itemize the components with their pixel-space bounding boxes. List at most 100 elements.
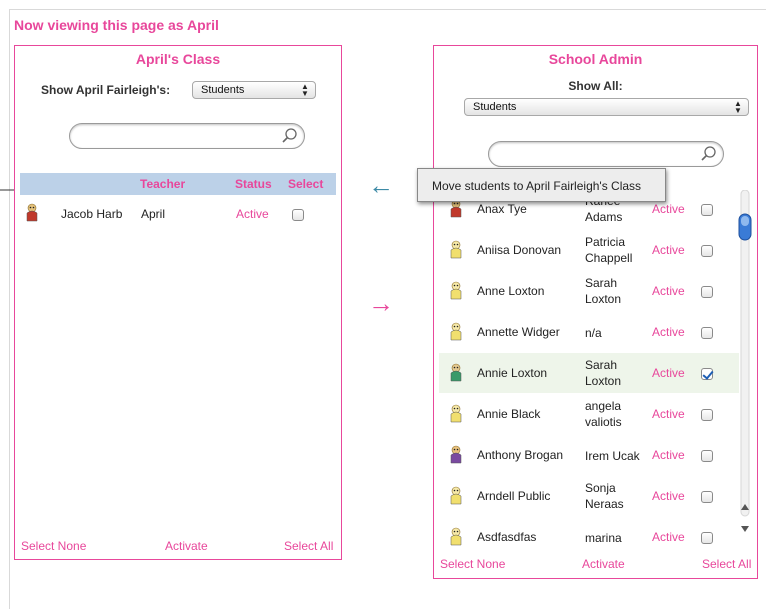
student-name: Asdfasdfas	[477, 530, 537, 544]
student-teacher: Irem Ucak	[585, 448, 640, 464]
admin-student-row[interactable]: Arndell Public Sonja Neraas Active	[439, 476, 739, 516]
admin-student-row[interactable]: Aniisa Donovan Patricia Chappell Active	[439, 230, 739, 270]
student-teacher: n/a	[585, 325, 602, 341]
show-filter-label: Show April Fairleigh's:	[41, 83, 171, 97]
show-all-select[interactable]: Students ▲ ▼	[464, 98, 749, 116]
teacher-first-line: Sarah	[585, 276, 618, 290]
show-all-label: Show All:	[568, 79, 623, 93]
student-list: Anax TyeRaneeAdamsActiveAniisa DonovanPa…	[439, 191, 739, 546]
select-column-header[interactable]: Select	[288, 177, 323, 191]
move-right-arrow[interactable]: →	[368, 290, 394, 316]
student-status: Active	[652, 366, 685, 380]
student-status: Active	[652, 243, 685, 257]
yellow-character-icon	[449, 527, 463, 546]
yellow-character-icon	[449, 486, 463, 509]
teacher-second-line: Loxton	[585, 292, 622, 306]
class-panel-title: April's Class	[135, 51, 221, 67]
student-name: Anax Tye	[477, 202, 527, 216]
student-select-checkbox[interactable]	[701, 327, 713, 339]
purple-character-icon	[449, 445, 463, 468]
show-all-value: Students	[473, 101, 517, 113]
scrollbar-thumb[interactable]	[738, 213, 752, 241]
student-name: Anthony Brogan	[477, 448, 564, 462]
student-name: Anne Loxton	[477, 284, 545, 298]
student-teacher: marina	[585, 530, 622, 546]
student-status: Active	[652, 448, 685, 462]
teacher-second-line: Adams	[585, 210, 623, 224]
class-table-header: Teacher Status Select	[20, 173, 336, 195]
school-admin-panel: School Admin Show All: Students ▲ ▼ Anax …	[433, 45, 758, 579]
select-arrows-icon: ▲ ▼	[734, 99, 742, 115]
search-icon[interactable]	[701, 146, 717, 162]
student-select-checkbox[interactable]	[701, 368, 713, 380]
admin-search-input[interactable]	[488, 141, 724, 167]
student-name: Annie Loxton	[477, 366, 548, 380]
admin-student-row[interactable]: Annette Widger n/a Active	[439, 312, 739, 352]
select-all-link[interactable]: Select All	[284, 539, 333, 553]
move-students-tooltip: Move students to April Fairleigh's Class	[417, 168, 666, 202]
teacher-column-header[interactable]: Teacher	[140, 177, 185, 191]
admin-student-row[interactable]: Annie Loxton Sarah Loxton Active	[439, 353, 739, 393]
student-teacher: angela valiotis	[585, 398, 622, 430]
student-select-checkbox[interactable]	[292, 209, 304, 221]
show-filter-select[interactable]: Students ▲ ▼	[192, 81, 316, 99]
teacher-second-line: Loxton	[585, 374, 622, 388]
student-status: Active	[236, 207, 269, 221]
status-column-header[interactable]: Status	[235, 177, 272, 191]
student-name: Jacob Harb	[61, 207, 123, 221]
select-none-link[interactable]: Select None	[21, 539, 86, 553]
search-icon[interactable]	[282, 128, 298, 144]
select-all-link[interactable]: Select All	[702, 557, 751, 571]
student-status: Active	[652, 407, 685, 421]
teacher-second-line: Chappell	[585, 251, 633, 265]
teacher-first-line: marina	[585, 531, 622, 545]
class-student-row[interactable]: Jacob Harb April Active	[15, 203, 341, 227]
viewing-as-banner: Now viewing this page as April	[14, 17, 219, 33]
green-character-icon	[449, 363, 463, 386]
student-status: Active	[652, 202, 685, 216]
student-status: Active	[652, 284, 685, 298]
scroll-down-arrow-icon[interactable]	[741, 526, 749, 532]
activate-link[interactable]: Activate	[582, 557, 625, 571]
teacher-second-line: valiotis	[585, 415, 622, 429]
school-admin-title: School Admin	[548, 51, 643, 67]
red-character-icon	[25, 203, 39, 226]
student-status: Active	[652, 530, 685, 544]
class-panel: April's Class Show April Fairleigh's: St…	[14, 45, 342, 560]
yellow-character-icon	[449, 322, 463, 345]
student-teacher: Patricia Chappell	[585, 234, 632, 266]
select-arrows-icon: ▲ ▼	[301, 82, 309, 98]
move-left-arrow[interactable]: ←	[368, 172, 394, 198]
teacher-first-line: angela	[585, 399, 622, 413]
teacher-first-line: Patricia	[585, 235, 626, 249]
class-search-input[interactable]	[69, 123, 305, 149]
student-status: Active	[652, 325, 685, 339]
admin-student-row[interactable]: Anthony Brogan Irem Ucak Active	[439, 435, 739, 475]
admin-student-row[interactable]: Asdfasdfas marina Active	[439, 517, 739, 546]
yellow-character-icon	[449, 281, 463, 304]
student-teacher: Sonja Neraas	[585, 480, 624, 512]
yellow-character-icon	[449, 240, 463, 263]
student-name: Annie Black	[477, 407, 541, 421]
admin-student-row[interactable]: Annie Black angela valiotis Active	[439, 394, 739, 434]
select-none-link[interactable]: Select None	[440, 557, 505, 571]
student-select-checkbox[interactable]	[701, 409, 713, 421]
student-name: Arndell Public	[477, 489, 551, 503]
student-name: Annette Widger	[477, 325, 560, 339]
student-select-checkbox[interactable]	[701, 532, 713, 544]
student-teacher: Sarah Loxton	[585, 275, 621, 307]
student-select-checkbox[interactable]	[701, 245, 713, 257]
student-select-checkbox[interactable]	[701, 450, 713, 462]
red-character-icon	[449, 199, 463, 222]
yellow-character-icon	[449, 404, 463, 427]
student-select-checkbox[interactable]	[701, 491, 713, 503]
activate-link[interactable]: Activate	[165, 539, 208, 553]
student-teacher: April	[141, 207, 166, 221]
teacher-first-line: Irem Ucak	[585, 449, 640, 463]
student-select-checkbox[interactable]	[701, 286, 713, 298]
student-status: Active	[652, 489, 685, 503]
admin-student-row[interactable]: Anne Loxton Sarah Loxton Active	[439, 271, 739, 311]
student-select-checkbox[interactable]	[701, 204, 713, 216]
student-list-scrollbar[interactable]	[738, 189, 752, 546]
left-divider	[9, 10, 10, 609]
